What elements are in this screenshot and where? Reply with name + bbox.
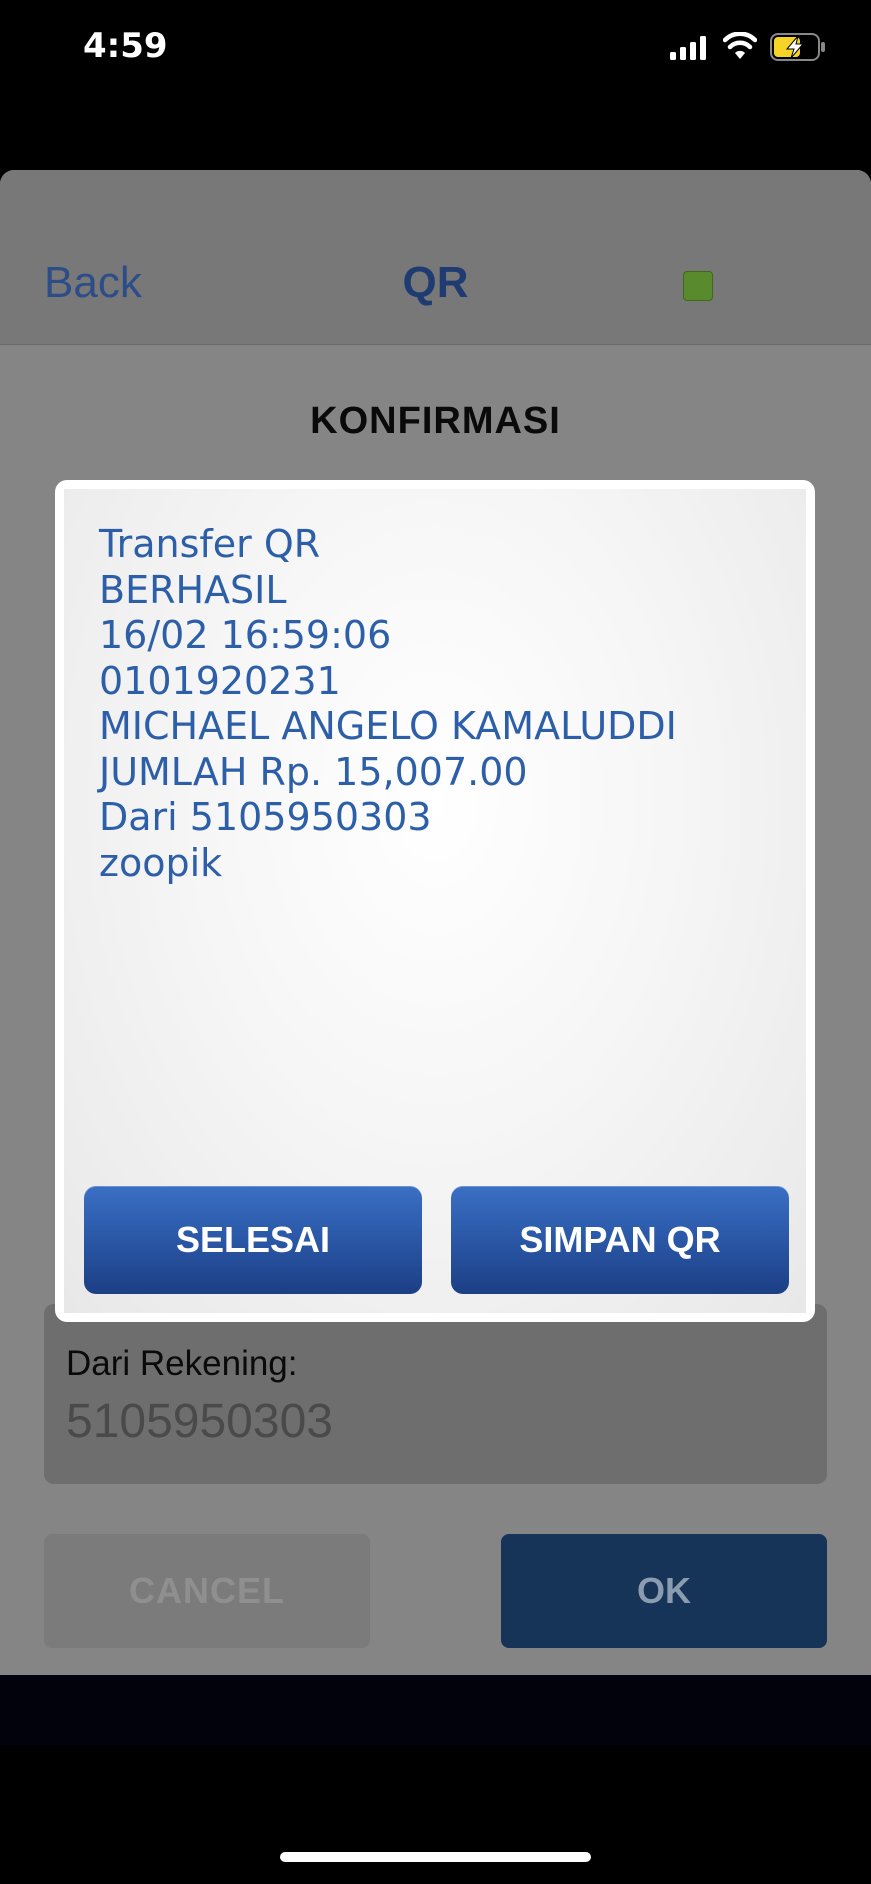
save-qr-button[interactable]: SIMPAN QR xyxy=(451,1186,789,1294)
from-account-field[interactable]: Dari Rekening: 5105950303 xyxy=(44,1304,827,1484)
done-button[interactable]: SELESAI xyxy=(84,1186,422,1294)
ok-button[interactable]: OK xyxy=(501,1534,827,1648)
message-line: BERHASIL xyxy=(99,567,287,612)
message-line: Transfer QR xyxy=(99,522,321,566)
message-line: MICHAEL ANGELO KAMALUDDI xyxy=(99,704,677,748)
from-account-value: 5105950303 xyxy=(66,1395,333,1448)
cellular-signal-icon xyxy=(670,36,706,60)
status-bar: 4:59 xyxy=(0,0,871,100)
dialog-content: Transfer QR BERHASIL 16/02 16:59:06 0101… xyxy=(64,489,806,1313)
bottom-strip xyxy=(0,1675,871,1745)
navigation-bar: Back QR xyxy=(0,170,871,345)
transaction-message: Transfer QR BERHASIL 16/02 16:59:06 0101… xyxy=(99,522,677,886)
message-line: 16/02 16:59:06 xyxy=(99,613,392,657)
cancel-button[interactable]: CANCEL xyxy=(44,1534,370,1648)
home-indicator[interactable] xyxy=(280,1852,591,1862)
from-account-label: Dari Rekening: xyxy=(66,1344,298,1383)
confirmation-dialog: Transfer QR BERHASIL 16/02 16:59:06 0101… xyxy=(55,480,815,1322)
message-line: 0101920231 xyxy=(99,658,341,703)
message-line: zoopik xyxy=(99,840,223,885)
nav-title: QR xyxy=(402,258,469,307)
battery-charging-icon xyxy=(770,33,825,61)
status-indicator xyxy=(683,271,713,301)
status-time: 4:59 xyxy=(83,26,168,66)
wifi-icon xyxy=(723,32,757,59)
page-title: KONFIRMASI xyxy=(310,400,561,442)
message-line: Dari 5105950303 xyxy=(99,795,432,839)
message-line: JUMLAH Rp. 15,007.00 xyxy=(99,749,528,794)
